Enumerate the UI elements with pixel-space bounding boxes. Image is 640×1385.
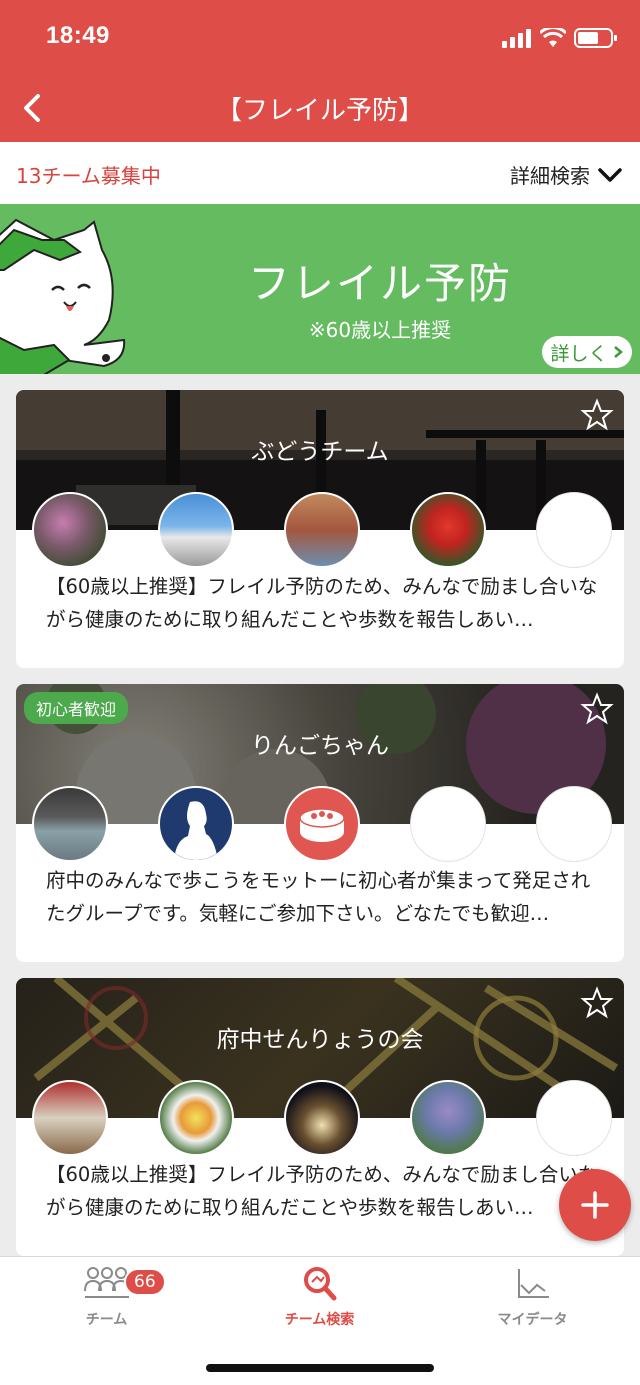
team-card[interactable]: 府中せんりょうの会 【60歳以上推奨】フレイル予防のため、みんなで励まし合いなが… — [16, 978, 624, 1256]
silhouette-icon — [174, 801, 218, 860]
member-avatar[interactable] — [32, 786, 108, 862]
member-avatar[interactable] — [284, 786, 360, 862]
tab-label: チーム — [85, 1312, 128, 1328]
star-icon[interactable] — [580, 692, 614, 726]
member-avatar[interactable] — [158, 492, 234, 568]
banner-more-label: 詳しく — [550, 342, 608, 365]
star-icon[interactable] — [580, 398, 614, 432]
member-avatar[interactable] — [410, 492, 486, 568]
page-title: 【フレイル予防】 — [215, 96, 424, 126]
tab-team[interactable]: 66 チーム — [0, 1265, 213, 1329]
status-bar: 18:49 — [0, 0, 640, 76]
member-avatar-empty — [536, 1080, 612, 1156]
member-avatar[interactable] — [32, 492, 108, 568]
team-card[interactable]: ぶどうチーム 【60歳以上推奨】フレイル予防のため、みんなで励まし合いながら健康… — [16, 390, 624, 668]
member-avatar[interactable] — [158, 786, 234, 862]
team-name: ぶどうチーム — [251, 439, 389, 465]
team-description: 【60歳以上推奨】フレイル予防のため、みんなで励まし合いながら健康のために取り組… — [46, 575, 598, 631]
tab-label: チーム検索 — [284, 1312, 355, 1328]
member-avatars — [32, 1080, 612, 1156]
chevron-right-icon — [613, 346, 623, 358]
member-avatars — [32, 786, 612, 862]
chevron-down-icon — [598, 167, 622, 182]
team-description: 【60歳以上推奨】フレイル予防のため、みんなで励まし合いながら健康のために取り組… — [46, 1163, 598, 1219]
cake-icon — [299, 808, 345, 842]
team-card[interactable]: 初心者歓迎 りんごちゃん 府中のみんなで歩こうをモットーに初心者が集まって発足さ… — [16, 684, 624, 962]
member-avatar-empty — [410, 786, 486, 862]
chart-icon — [517, 1269, 549, 1298]
tab-my-data[interactable]: マイデータ — [426, 1265, 639, 1329]
filter-bar: 13チーム募集中 詳細検索 — [0, 142, 640, 204]
team-name: りんごちゃん — [251, 733, 389, 759]
beginner-welcome-badge: 初心者歓迎 — [24, 692, 129, 724]
team-notification-badge: 66 — [124, 1268, 166, 1296]
wifi-icon — [540, 28, 566, 47]
member-avatar[interactable] — [284, 492, 360, 568]
member-avatar-empty — [536, 492, 612, 568]
tab-label: マイデータ — [497, 1312, 568, 1328]
member-avatar-empty — [536, 786, 612, 862]
tab-team-search[interactable]: チーム検索 — [213, 1265, 426, 1329]
add-team-button[interactable] — [559, 1169, 631, 1241]
home-indicator — [206, 1364, 434, 1372]
team-name: 府中せんりょうの会 — [216, 1027, 424, 1053]
status-icons — [502, 26, 618, 50]
battery-icon — [574, 28, 617, 48]
nav-bar: 【フレイル予防】 — [0, 76, 640, 142]
member-avatar[interactable] — [410, 1080, 486, 1156]
search-icon — [303, 1267, 336, 1301]
member-avatar[interactable] — [32, 1080, 108, 1156]
member-avatar[interactable] — [284, 1080, 360, 1156]
star-icon[interactable] — [580, 986, 614, 1020]
cat-mascot-icon — [0, 218, 126, 374]
member-avatars — [32, 492, 612, 568]
team-description: 府中のみんなで歩こうをモットーに初心者が集まって発足されたグループです。気軽にご… — [46, 869, 591, 925]
banner-more-button[interactable]: 詳しく — [542, 336, 632, 368]
category-banner[interactable]: フレイル予防 ※60歳以上推奨 詳しく — [0, 204, 640, 374]
signal-icon — [502, 29, 531, 48]
member-avatar[interactable] — [158, 1080, 234, 1156]
plus-icon — [581, 1191, 609, 1219]
detail-search-label: 詳細検索 — [510, 164, 590, 188]
status-time: 18:49 — [46, 22, 110, 49]
recruiting-count: 13チーム募集中 — [16, 164, 161, 188]
detail-search-button[interactable]: 詳細検索 — [510, 160, 622, 189]
banner-title: フレイル予防 — [247, 259, 512, 308]
